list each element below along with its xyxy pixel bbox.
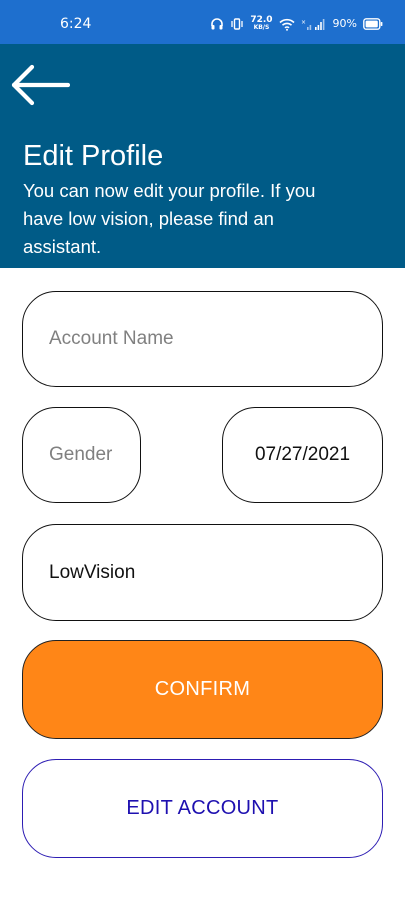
account-name-input[interactable]	[23, 328, 382, 350]
account-name-field[interactable]	[22, 291, 383, 387]
page-subtitle: You can now edit your profile. If you ha…	[23, 180, 316, 257]
arrow-left-icon	[11, 64, 71, 106]
birth-date-field[interactable]: 07/27/2021	[222, 407, 383, 503]
vibrate-icon	[230, 17, 244, 31]
birth-date-value: 07/27/2021	[254, 444, 351, 465]
page-title: Edit Profile	[23, 140, 164, 172]
disability-type-input[interactable]	[23, 561, 382, 584]
edit-account-button[interactable]: EDIT ACCOUNT	[22, 759, 383, 858]
gender-input[interactable]	[23, 444, 140, 466]
network-speed-unit: KB/S	[253, 24, 270, 31]
battery-icon	[363, 18, 383, 30]
wifi-icon	[278, 18, 295, 31]
header: Edit Profile You can now edit your profi…	[0, 44, 405, 268]
status-bar: 6:24 72.0 KB/S × 90%	[0, 0, 405, 44]
status-time: 6:24	[60, 16, 92, 32]
svg-text:×: ×	[301, 19, 306, 26]
headphones-icon	[210, 17, 224, 31]
gender-field[interactable]	[22, 407, 141, 503]
back-button[interactable]	[10, 64, 71, 106]
network-speed: 72.0 KB/S	[250, 16, 272, 32]
disability-type-field[interactable]	[22, 524, 383, 621]
status-icons: 72.0 KB/S × 90%	[210, 14, 383, 34]
battery-percent: 90%	[332, 17, 357, 30]
confirm-button[interactable]: CONFIRM	[22, 640, 383, 739]
network-speed-value: 72.0	[250, 15, 273, 25]
signal-icon: ×	[301, 18, 327, 31]
